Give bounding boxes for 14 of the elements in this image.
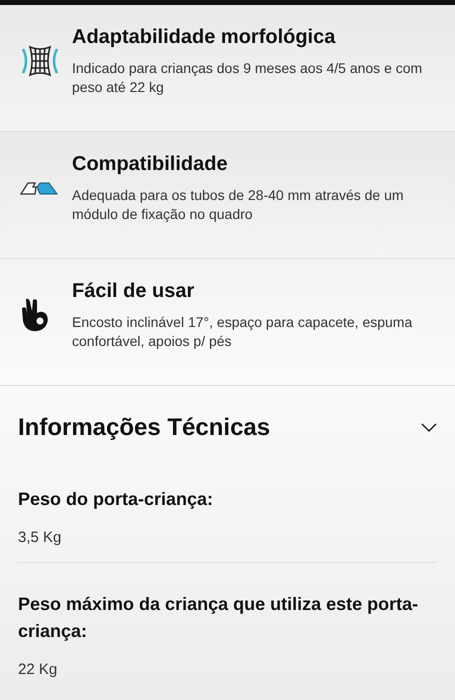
feature-description: Indicado para crianças dos 9 meses aos 4/5 anos e com peso até 22 kg — [72, 58, 424, 96]
feature-description: Encosto inclinável 17°, espaço para capacete, espuma confortável, apoios p/ pés — [72, 312, 414, 350]
feature-title: Adaptabilidade morfológica — [72, 26, 336, 48]
spec-label: Peso do porta-criança: — [18, 488, 214, 511]
feature-title: Fácil de usar — [72, 280, 196, 302]
ok-hand-icon — [20, 297, 50, 333]
spec-value: 3,5 Kg — [18, 529, 62, 546]
section-title: Informações Técnicas — [18, 414, 270, 442]
spec-value: 22 Kg — [18, 661, 58, 678]
feature-title: Compatibilidade — [72, 152, 229, 176]
chevron-icon[interactable] — [421, 423, 437, 433]
feature-description: Adequada para os tubos de 28-40 mm através de um módulo de fixação no quadro — [72, 186, 405, 224]
tube-blocks-icon — [20, 180, 58, 196]
spec-label: Peso máximo da criança que utiliza este porta-criança: — [18, 593, 420, 643]
